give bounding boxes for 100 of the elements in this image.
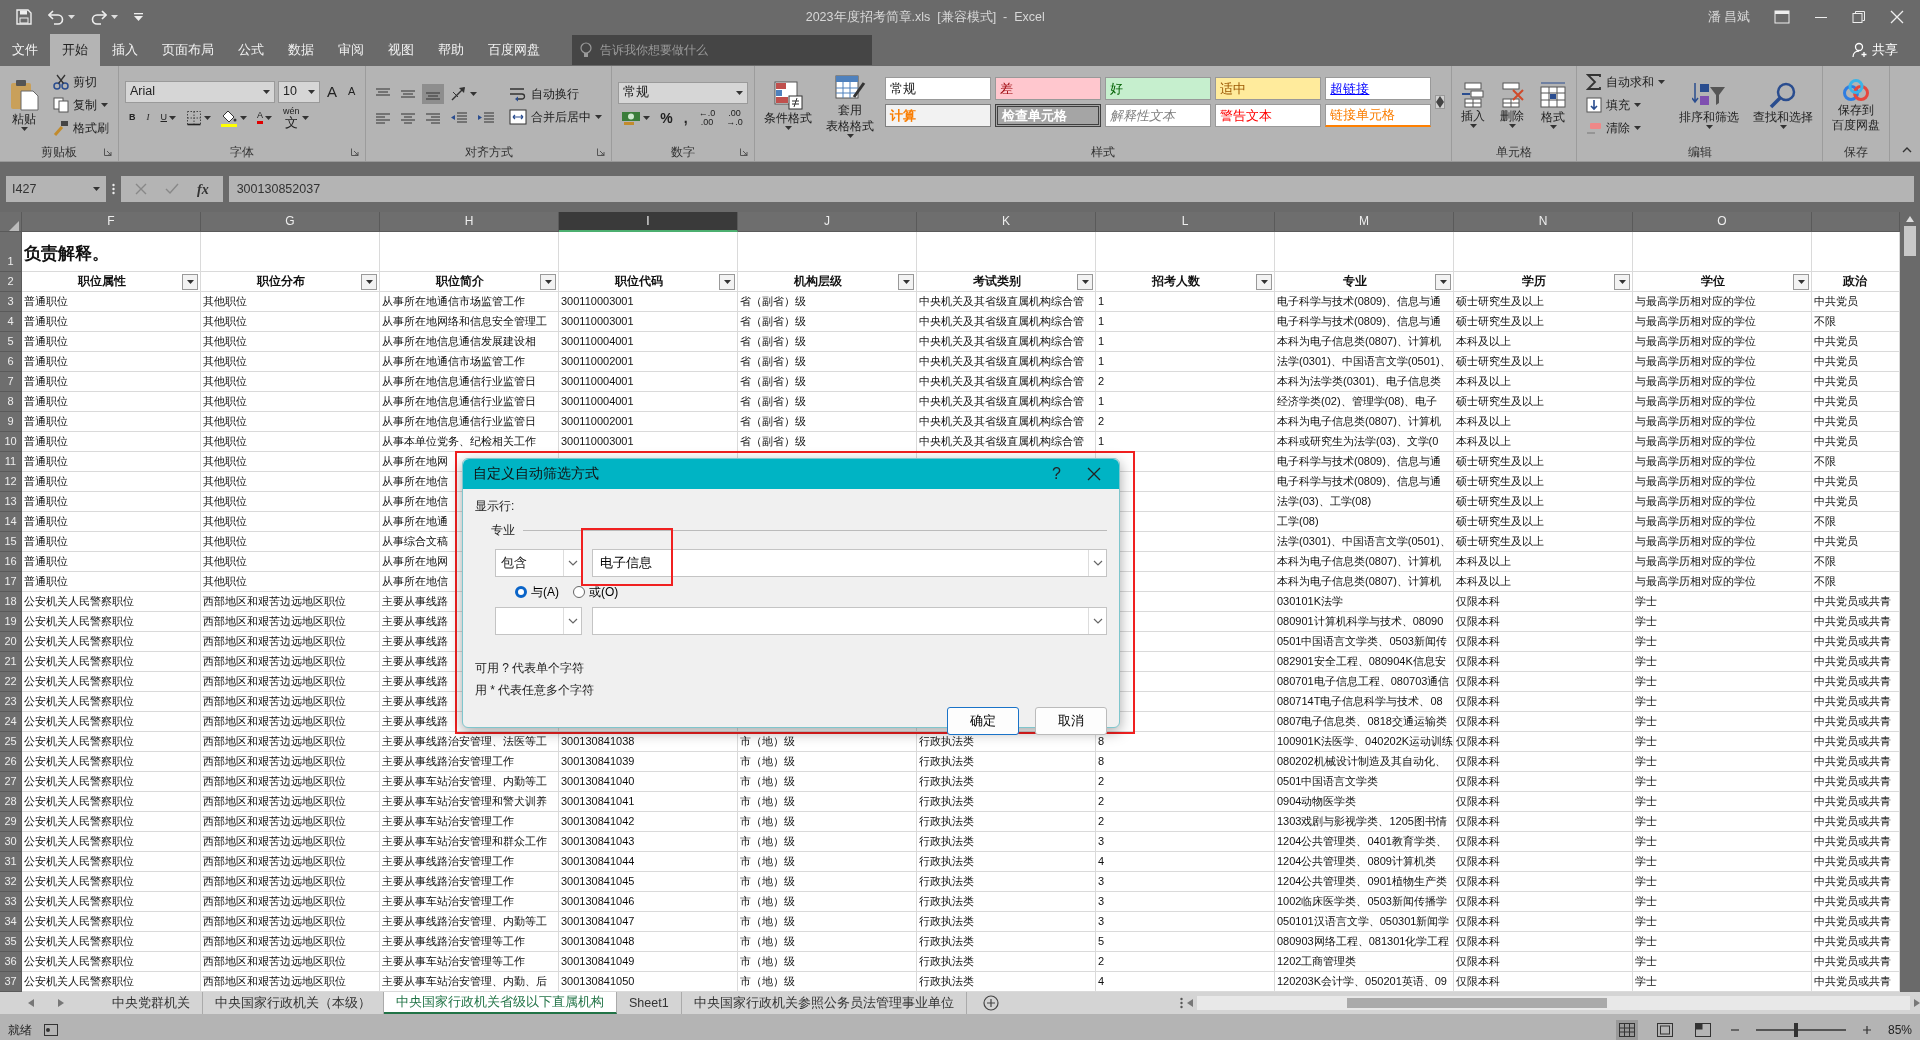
ribbon-tab[interactable]: 页面布局 [150,34,226,66]
format-button[interactable]: I [142,112,154,123]
dialog-button[interactable]: 取消 [1035,707,1107,735]
format-button[interactable]: A [323,83,341,100]
ribbon-button[interactable]: 排序和筛选 [1676,78,1743,132]
zoom-in-icon[interactable] [1861,1025,1872,1035]
dialog-launcher-icon[interactable] [104,148,112,156]
format-button[interactable]: B [125,112,140,123]
gallery-scrollbar[interactable] [1435,95,1446,109]
cell-style[interactable]: 差 [995,77,1102,100]
dialog-button[interactable]: 确定 [947,707,1019,735]
scroll-right-icon[interactable] [1914,999,1920,1007]
scroll-right-icon[interactable] [58,999,64,1007]
formula-field[interactable]: 300130852037 [228,176,1914,202]
scroll-left-icon[interactable] [28,999,34,1007]
search-bar[interactable]: 告诉我你想要做什么 [572,35,872,65]
ribbon-button[interactable]: 填充 [1583,95,1645,115]
scroll-left-icon[interactable] [1187,999,1193,1007]
cell-style[interactable]: 好 [1105,77,1212,100]
ribbon-button[interactable]: 合并后居中 [506,106,606,127]
redo-icon[interactable] [91,9,107,25]
cell-style[interactable]: 超链接 [1325,77,1432,100]
column-header[interactable]: I [559,212,738,232]
ribbon-button[interactable]: 插入 [1458,79,1489,131]
ribbon-tab[interactable]: 开始 [50,34,100,66]
column-header[interactable]: M [1275,212,1454,232]
format-button[interactable]: A [253,110,276,125]
filter-button[interactable] [1614,273,1630,290]
share-button[interactable]: 共享 [1846,39,1904,61]
filter-button[interactable] [182,273,198,290]
ribbon-tab[interactable]: 帮助 [426,34,476,66]
dropdown-field[interactable]: 10 [278,80,320,103]
cell-style[interactable]: 适中 [1215,77,1322,100]
insert-function-button[interactable]: fx [197,178,209,200]
ribbon-button[interactable]: 清除 [1583,118,1645,138]
save-icon[interactable] [16,9,32,25]
ribbon-display-icon[interactable] [1774,10,1790,24]
zoom-level[interactable]: 85% [1887,1021,1912,1039]
ribbon-button[interactable]: 自动换行 [506,83,583,104]
filter-button[interactable] [1077,273,1093,290]
slider-thumb[interactable] [1794,1023,1799,1037]
ribbon-tab[interactable]: 文件 [0,34,50,66]
column-header[interactable]: J [738,212,917,232]
format-button[interactable]: A [344,85,360,98]
dropdown-field[interactable]: 常规 [618,81,749,104]
ribbon-button[interactable]: 复制 [50,95,111,115]
dialog-launcher-icon[interactable] [597,148,606,156]
operator-dropdown[interactable]: 包含 [495,549,582,577]
format-button[interactable]: ←.0 .00 [694,107,720,128]
ribbon-tab[interactable]: 审阅 [326,34,376,66]
ribbon-button[interactable]: 查找和选择 [1750,78,1817,132]
dialog-launcher-icon[interactable] [351,148,360,156]
help-button[interactable]: ? [1044,462,1069,486]
filter-button[interactable] [719,273,735,290]
collapse-ribbon-icon[interactable] [1902,147,1912,153]
format-button[interactable]: % [656,109,677,126]
scrollbar-thumb[interactable] [1347,998,1607,1008]
format-button[interactable]: wén 文 [279,105,313,130]
value-combobox[interactable]: 电子信息 [592,549,1107,577]
filter-button[interactable] [1435,273,1451,290]
undo-icon[interactable] [48,9,64,25]
column-header[interactable]: O [1633,212,1812,232]
cell-style[interactable]: 常规 [885,77,992,100]
filter-button[interactable] [898,273,914,290]
view-button[interactable] [1615,1020,1638,1040]
format-button[interactable]: , [679,109,692,126]
filter-button[interactable] [361,273,377,290]
name-box[interactable]: I427 [6,176,106,202]
scroll-up-icon[interactable] [1906,216,1914,222]
column-header[interactable]: L [1096,212,1275,232]
ribbon-button[interactable]: 套用 表格格式 [823,70,878,140]
ribbon-tab[interactable]: 数据 [276,34,326,66]
ribbon-button[interactable]: 剪切 [50,72,100,92]
ribbon-tab[interactable]: 百度网盘 [476,34,552,66]
ribbon-button[interactable]: 格式 [1536,78,1571,132]
ribbon-button[interactable]: 格式刷 [50,118,112,138]
radio-button[interactable]: 或(O) [573,583,619,601]
ribbon-button[interactable]: 自动求和 [1583,72,1669,92]
customize-icon[interactable] [134,13,143,21]
dropdown-field[interactable]: Arial [125,80,275,103]
filter-button[interactable] [1256,273,1272,290]
value-field[interactable]: 电子信息 [598,552,1088,574]
filter-button[interactable] [540,273,556,290]
add-sheet-icon[interactable] [982,995,999,1011]
ribbon-tab[interactable]: 视图 [376,34,426,66]
ribbon-tab[interactable]: 公式 [226,34,276,66]
ribbon-button[interactable]: 保存到 百度网盘 [1829,75,1884,135]
sheet-tab[interactable]: 中央国家行政机关省级以下直属机构 [384,992,617,1014]
macro-record-icon[interactable] [44,1024,58,1036]
close-icon[interactable] [1890,10,1904,24]
column-header[interactable]: K [917,212,1096,232]
column-header[interactable]: H [380,212,559,232]
dialog-launcher-icon[interactable] [740,148,749,156]
caret-icon[interactable] [68,15,75,19]
ribbon-button[interactable]: 删除 [1496,79,1529,131]
column-header[interactable]: N [1454,212,1633,232]
restore-icon[interactable] [1852,10,1866,24]
format-button[interactable]: U [156,112,180,123]
ribbon-tab[interactable]: 插入 [100,34,150,66]
format-button[interactable]: .00 →.0 [722,107,747,128]
